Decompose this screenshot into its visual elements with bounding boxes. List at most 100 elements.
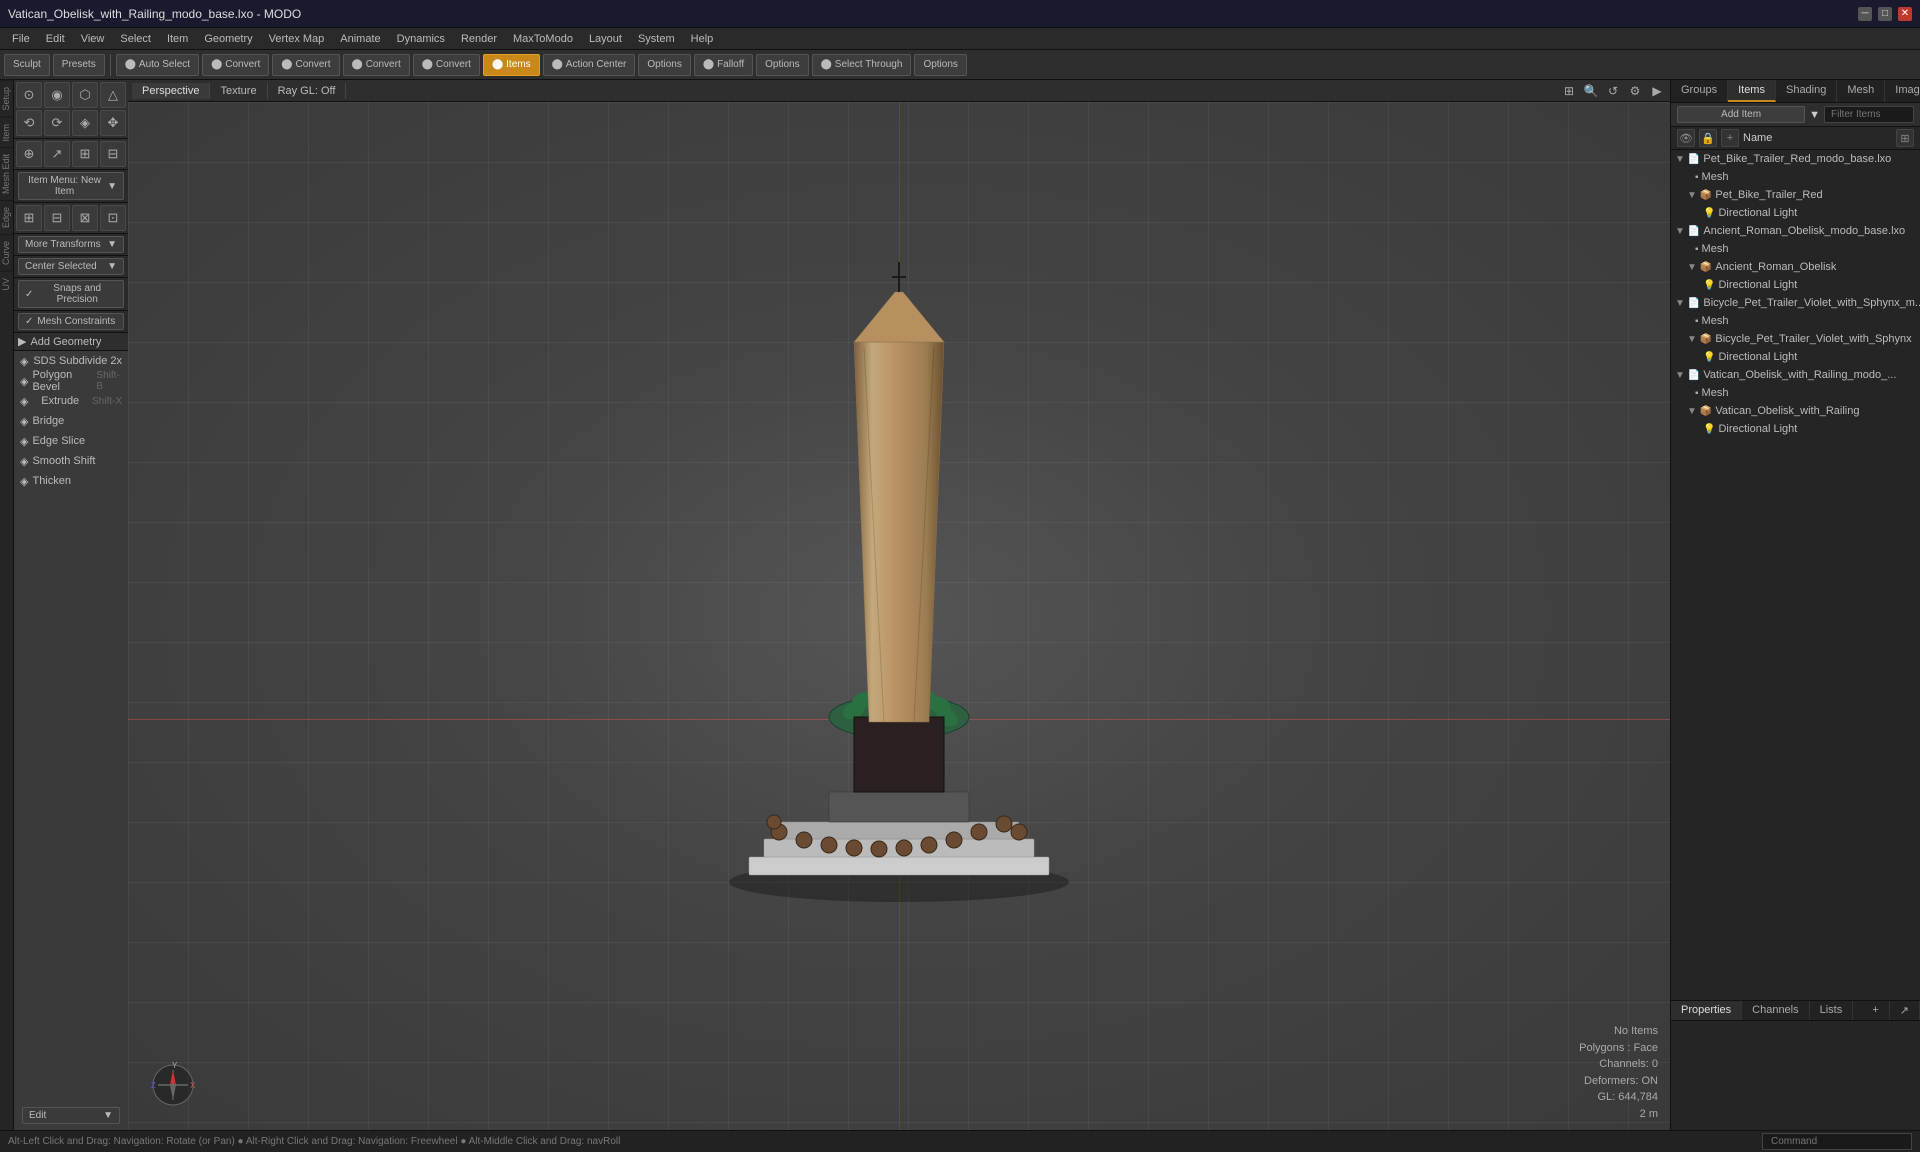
vlabel-curve[interactable]: Curve [0,234,13,271]
filter-input[interactable] [1824,106,1914,123]
menu-help[interactable]: Help [683,31,722,47]
options3-button[interactable]: Options [914,54,966,76]
convert2-button[interactable]: ⬤ Convert [272,54,339,76]
convert4-button[interactable]: ⬤ Convert [413,54,480,76]
menu-edit[interactable]: Edit [38,31,73,47]
tree-item-mesh-1[interactable]: ▪ Mesh [1671,168,1920,186]
bt-tab-expand[interactable]: + [1862,1001,1889,1020]
sculpt-button[interactable]: Sculpt [4,54,50,76]
tree-item-mesh-3[interactable]: ▪ Mesh [1671,312,1920,330]
tree-item-dir-light-4[interactable]: 💡 Directional Light [1671,420,1920,438]
tree-item-pet-bike[interactable]: ▼ 📦 Pet_Bike_Trailer_Red [1671,186,1920,204]
tool-polygon-bevel[interactable]: ◈ Polygon Bevel Shift-B [14,371,128,391]
convert3-button[interactable]: ⬤ Convert [343,54,410,76]
menu-geometry[interactable]: Geometry [196,31,260,47]
center-selected-button[interactable]: Center Selected ▼ [18,258,124,275]
tree-item-dir-light-2[interactable]: 💡 Directional Light [1671,276,1920,294]
tree-item-roman-file[interactable]: ▼ 📄 Ancient_Roman_Obelisk_modo_base.lxo [1671,222,1920,240]
rs-tab-groups[interactable]: Groups [1671,80,1728,102]
tool-edge-slice[interactable]: ◈ Edge Slice [14,431,128,451]
tool-icon-2[interactable]: ◉ [44,82,70,108]
transform-icon-4[interactable]: ⊡ [100,205,126,231]
tool-icon-6[interactable]: ⟳ [44,110,70,136]
tool-icon-7[interactable]: ◈ [72,110,98,136]
menu-dynamics[interactable]: Dynamics [389,31,453,47]
vp-tab-texture[interactable]: Texture [210,83,267,99]
menu-file[interactable]: File [4,31,38,47]
vlabel-item[interactable]: Item [0,117,13,148]
rs-tab-shading[interactable]: Shading [1776,80,1837,102]
tool-icon-1[interactable]: ⊙ [16,82,42,108]
auto-select-button[interactable]: ⬤ Auto Select [116,54,199,76]
vlabel-edge[interactable]: Edge [0,200,13,234]
bt-tab-properties[interactable]: Properties [1671,1001,1742,1020]
tree-item-dir-light-3[interactable]: 💡 Directional Light [1671,348,1920,366]
vp-tab-raygl[interactable]: Ray GL: Off [268,83,347,99]
bt-tab-fullscreen[interactable]: ↗ [1890,1001,1920,1020]
tool-smooth-shift[interactable]: ◈ Smooth Shift [14,451,128,471]
vp-icon-5[interactable]: ▶ [1648,82,1666,100]
il-icon-lock[interactable]: 🔒 [1699,129,1717,147]
action-center-button[interactable]: ⬤ Action Center [543,54,636,76]
menu-layout[interactable]: Layout [581,31,630,47]
item-menu-button[interactable]: Item Menu: New Item ▼ [18,172,124,200]
bt-tab-lists[interactable]: Lists [1810,1001,1854,1020]
items-button[interactable]: ⬤ Items [483,54,540,76]
vp-tab-perspective[interactable]: Perspective [132,83,210,99]
tool-icon-8[interactable]: ✥ [100,110,126,136]
rs-tab-items[interactable]: Items [1728,80,1776,102]
tool-icon-12[interactable]: ⊟ [100,141,126,167]
transform-icon-3[interactable]: ⊠ [72,205,98,231]
tree-item-vatican[interactable]: ▼ 📦 Vatican_Obelisk_with_Railing [1671,402,1920,420]
more-transforms-button[interactable]: More Transforms ▼ [18,236,124,253]
menu-render[interactable]: Render [453,31,505,47]
tree-item-dir-light-1[interactable]: 💡 Directional Light [1671,204,1920,222]
vp-icon-2[interactable]: 🔍 [1582,82,1600,100]
transform-icon-1[interactable]: ⊞ [16,205,42,231]
tool-bridge[interactable]: ◈ Bridge [14,411,128,431]
snaps-button[interactable]: ✓ Snaps and Precision [18,280,124,308]
tree-item-vatican-file[interactable]: ▼ 📄 Vatican_Obelisk_with_Railing_modo_..… [1671,366,1920,384]
add-item-button[interactable]: Add Item [1677,106,1805,123]
command-input[interactable] [1762,1133,1912,1150]
rs-tab-mesh[interactable]: Mesh [1837,80,1885,102]
vlabel-mesh-edit[interactable]: Mesh Edit [0,147,13,200]
vp-icon-4[interactable]: ⚙ [1626,82,1644,100]
tool-icon-9[interactable]: ⊕ [16,141,42,167]
menu-vertex-map[interactable]: Vertex Map [261,31,333,47]
menu-item[interactable]: Item [159,31,196,47]
tool-icon-5[interactable]: ⟲ [16,110,42,136]
il-icon-sort[interactable]: ⊞ [1896,129,1914,147]
il-icon-eye[interactable]: 👁 [1677,129,1695,147]
tool-icon-3[interactable]: ⬡ [72,82,98,108]
tree-item-roman[interactable]: ▼ 📦 Ancient_Roman_Obelisk [1671,258,1920,276]
options1-button[interactable]: Options [638,54,690,76]
vlabel-uv[interactable]: UV [0,271,13,297]
bt-tab-channels[interactable]: Channels [1742,1001,1809,1020]
tree-item-mesh-2[interactable]: ▪ Mesh [1671,240,1920,258]
rs-tab-images[interactable]: Images [1885,80,1920,102]
tool-thicken[interactable]: ◈ Thicken [14,471,128,491]
tool-icon-11[interactable]: ⊞ [72,141,98,167]
falloff-button[interactable]: ⬤ Falloff [694,54,753,76]
vlabel-setup[interactable]: Setup [0,80,13,117]
mesh-constraints-button[interactable]: ✓ Mesh Constraints [18,313,124,330]
tool-icon-4[interactable]: △ [100,82,126,108]
minimize-button[interactable]: ─ [1858,7,1872,21]
transform-icon-2[interactable]: ⊟ [44,205,70,231]
options2-button[interactable]: Options [756,54,808,76]
menu-system[interactable]: System [630,31,683,47]
select-through-button[interactable]: ⬤ Select Through [812,54,912,76]
close-button[interactable]: ✕ [1898,7,1912,21]
tool-sds-subdivide[interactable]: ◈ SDS Subdivide 2x [14,351,128,371]
viewport-canvas[interactable]: No Items Polygons : Face Channels: 0 Def… [128,102,1670,1130]
tree-item-bicycle[interactable]: ▼ 📦 Bicycle_Pet_Trailer_Violet_with_Sphy… [1671,330,1920,348]
menu-maxtomodo[interactable]: MaxToModo [505,31,581,47]
tree-item-pet-bike-file[interactable]: ▼ 📄 Pet_Bike_Trailer_Red_modo_base.lxo [1671,150,1920,168]
menu-select[interactable]: Select [112,31,159,47]
tree-item-mesh-4[interactable]: ▪ Mesh [1671,384,1920,402]
tool-icon-10[interactable]: ↗ [44,141,70,167]
edit-dropdown[interactable]: Edit ▼ [22,1107,120,1124]
il-icon-add[interactable]: + [1721,129,1739,147]
add-geometry-header[interactable]: ▶ Add Geometry [14,333,128,350]
